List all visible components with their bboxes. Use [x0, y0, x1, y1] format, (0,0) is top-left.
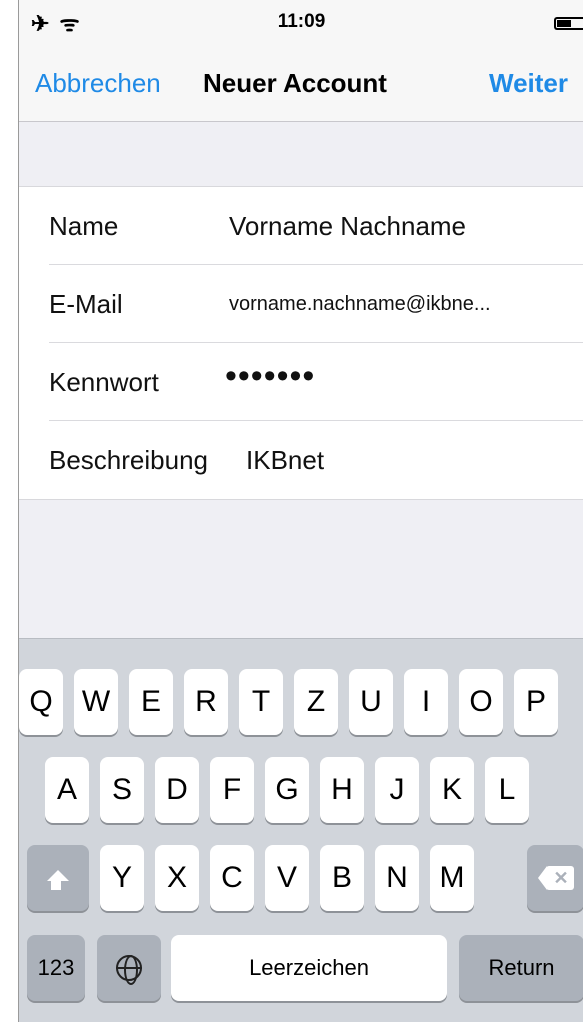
key-m[interactable]: M [430, 845, 474, 911]
name-field[interactable]: Vorname Nachname [229, 211, 466, 242]
key-j[interactable]: J [375, 757, 419, 823]
battery-icon [554, 17, 583, 30]
password-label: Kennwort [49, 367, 159, 397]
key-s[interactable]: S [100, 757, 144, 823]
cancel-button[interactable]: Abbrechen [35, 68, 161, 99]
key-e[interactable]: E [129, 669, 173, 735]
key-l[interactable]: L [485, 757, 529, 823]
globe-icon [116, 955, 142, 985]
phone-screen: ✈ ᯤ 11:09 Abbrechen Neuer Account Weiter… [18, 0, 583, 1022]
numbers-button[interactable]: 123 [27, 935, 85, 1001]
page-title: Neuer Account [203, 68, 387, 98]
email-row[interactable]: E-Mail vorname.nachname@ikbne... [19, 265, 583, 343]
shift-icon [47, 869, 69, 881]
name-row[interactable]: Name Vorname Nachname [19, 187, 583, 265]
key-n[interactable]: N [375, 845, 419, 911]
key-i[interactable]: I [404, 669, 448, 735]
key-a[interactable]: A [45, 757, 89, 823]
navigation-bar: Abbrechen Neuer Account Weiter [19, 44, 583, 122]
status-time: 11:09 [277, 11, 326, 32]
description-row[interactable]: Beschreibung IKBnet [19, 421, 583, 499]
description-field[interactable]: IKBnet [246, 445, 324, 476]
backspace-icon-x: ✕ [553, 868, 569, 888]
description-label: Beschreibung [49, 445, 208, 475]
keyboard: Q W E R T Z U I O P A S D F G H J K L Y … [19, 638, 583, 1022]
email-field[interactable]: vorname.nachname@ikbne... [229, 293, 491, 316]
backspace-icon: ✕ [537, 866, 574, 890]
globe-button[interactable] [97, 935, 161, 1001]
key-u[interactable]: U [349, 669, 393, 735]
return-button[interactable]: Return [459, 935, 583, 1001]
key-b[interactable]: B [320, 845, 364, 911]
password-field[interactable]: ••••••• [225, 357, 315, 396]
battery-level [557, 20, 571, 27]
key-p[interactable]: P [514, 669, 558, 735]
key-d[interactable]: D [155, 757, 199, 823]
password-row[interactable]: Kennwort ••••••• [19, 343, 583, 421]
key-f[interactable]: F [210, 757, 254, 823]
key-y[interactable]: Y [100, 845, 144, 911]
key-z[interactable]: Z [294, 669, 338, 735]
email-label: E-Mail [49, 289, 123, 319]
key-k[interactable]: K [430, 757, 474, 823]
name-label: Name [49, 211, 119, 241]
key-o[interactable]: O [459, 669, 503, 735]
shift-icon-stem [51, 881, 61, 890]
key-g[interactable]: G [265, 757, 309, 823]
key-r[interactable]: R [184, 669, 228, 735]
account-form: Name Vorname Nachname E-Mail vorname.nac… [19, 186, 583, 500]
space-bar[interactable]: Leerzeichen [171, 935, 447, 1001]
key-q[interactable]: Q [19, 669, 63, 735]
status-bar: ✈ ᯤ 11:09 [19, 0, 583, 44]
key-h[interactable]: H [320, 757, 364, 823]
next-button[interactable]: Weiter [489, 68, 568, 99]
key-v[interactable]: V [265, 845, 309, 911]
key-x[interactable]: X [155, 845, 199, 911]
key-t[interactable]: T [239, 669, 283, 735]
shift-button[interactable] [27, 845, 89, 911]
backspace-button[interactable]: ✕ [527, 845, 583, 911]
key-w[interactable]: W [74, 669, 118, 735]
key-c[interactable]: C [210, 845, 254, 911]
